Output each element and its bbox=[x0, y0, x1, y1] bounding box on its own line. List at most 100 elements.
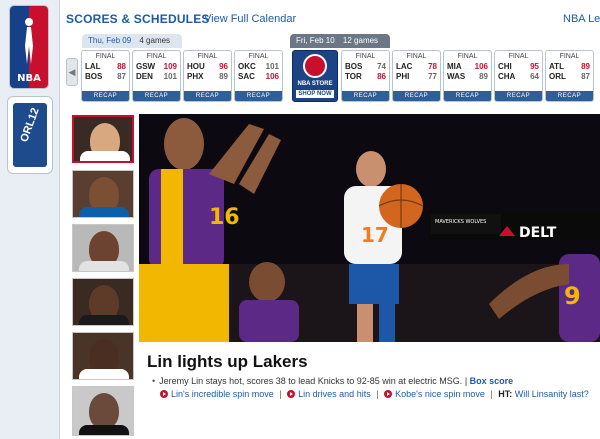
home-score: 101 bbox=[163, 72, 177, 81]
score-box[interactable]: FINAL BOS 74 TOR 86 RECAP bbox=[341, 50, 390, 102]
video-link-spin-move[interactable]: Lin's incredible spin move bbox=[171, 389, 274, 399]
away-score: 101 bbox=[265, 62, 279, 71]
scores-header: SCORES & SCHEDULES View Full Calendar NB… bbox=[66, 12, 600, 30]
all-star-logo[interactable]: ORL12 bbox=[7, 96, 53, 174]
away-team: MIA bbox=[447, 62, 462, 71]
away-row: ATL 89 bbox=[546, 62, 593, 72]
story-headline[interactable]: Lin lights up Lakers bbox=[147, 352, 308, 372]
away-team: ATL bbox=[549, 62, 564, 71]
play-icon bbox=[384, 390, 393, 398]
away-score: 89 bbox=[581, 62, 590, 71]
scroll-left-arrow-icon[interactable]: ◀ bbox=[66, 58, 78, 86]
recap-button[interactable]: RECAP bbox=[235, 91, 282, 101]
away-team: LAC bbox=[396, 62, 413, 71]
thumbnail-howard[interactable] bbox=[72, 332, 134, 380]
right-jersey-number: 9 bbox=[564, 282, 581, 310]
recap-button[interactable]: RECAP bbox=[133, 91, 180, 101]
home-row: TOR 86 bbox=[342, 72, 389, 82]
home-team: CHA bbox=[498, 72, 516, 81]
tab-friday[interactable]: Fri, Feb 10 12 games bbox=[290, 34, 390, 48]
tab-count: 4 games bbox=[139, 36, 171, 45]
score-box[interactable]: FINAL LAC 78 PHI 77 RECAP bbox=[392, 50, 441, 102]
recap-button[interactable]: RECAP bbox=[444, 91, 491, 101]
game-status: FINAL bbox=[146, 53, 167, 60]
score-box[interactable]: FINAL MIA 106 WAS 89 RECAP bbox=[443, 50, 492, 102]
nba-league-link[interactable]: NBA Lea bbox=[563, 13, 600, 25]
hero-image[interactable]: MAVERICKS WOLVES DELT 16 17 9 bbox=[139, 114, 600, 342]
away-row: OKC 101 bbox=[235, 62, 282, 72]
player-face bbox=[89, 393, 119, 429]
score-box[interactable]: FINAL OKC 101 SAC 106 RECAP bbox=[234, 50, 283, 102]
left-rail: NBA ORL12 bbox=[0, 0, 60, 439]
player-jersey bbox=[79, 261, 129, 271]
home-score: 87 bbox=[117, 72, 126, 81]
away-team: OKC bbox=[238, 62, 256, 71]
away-row: CHI 95 bbox=[495, 62, 542, 72]
thumbnail-paul[interactable] bbox=[72, 224, 134, 272]
game-status: FINAL bbox=[508, 53, 529, 60]
away-row: LAC 78 bbox=[393, 62, 440, 72]
away-row: HOU 96 bbox=[184, 62, 231, 72]
view-calendar-link[interactable]: View Full Calendar bbox=[204, 13, 296, 25]
recap-button[interactable]: RECAP bbox=[184, 91, 231, 101]
home-score: 89 bbox=[479, 72, 488, 81]
home-score: 89 bbox=[219, 72, 228, 81]
thumbnail-james[interactable] bbox=[72, 278, 134, 326]
story-dek: • Jeremy Lin stays hot, scores 38 to lead… bbox=[152, 376, 513, 386]
separator: | bbox=[490, 389, 493, 399]
tab-day: Thu, Feb 09 bbox=[88, 36, 132, 45]
player-jersey bbox=[79, 207, 129, 217]
thumbnail-durant[interactable] bbox=[72, 170, 134, 218]
video-link-kobe[interactable]: Kobe's nice spin move bbox=[395, 389, 485, 399]
player-jersey bbox=[79, 315, 129, 325]
box-score-link[interactable]: Box score bbox=[470, 376, 514, 386]
score-box[interactable]: FINAL LAL 88 BOS 87 RECAP bbox=[81, 50, 130, 102]
away-row: LAL 88 bbox=[82, 62, 129, 72]
nba-logo[interactable]: NBA bbox=[9, 5, 49, 89]
away-score: 78 bbox=[428, 62, 437, 71]
separator: | bbox=[376, 389, 379, 399]
away-team: BOS bbox=[345, 62, 363, 71]
game-status: FINAL bbox=[248, 53, 269, 60]
score-box[interactable]: FINAL GSW 109 DEN 101 RECAP bbox=[132, 50, 181, 102]
store-ball-icon bbox=[303, 54, 327, 78]
recap-button[interactable]: RECAP bbox=[393, 91, 440, 101]
video-links-row: Lin's incredible spin move | Lin drives … bbox=[160, 389, 589, 399]
away-row: BOS 74 bbox=[342, 62, 389, 72]
ht-label: HT: bbox=[498, 389, 513, 399]
thumbnail-parker[interactable] bbox=[72, 386, 134, 436]
thumbnail-lin[interactable] bbox=[72, 115, 134, 163]
video-link-drives[interactable]: Lin drives and hits bbox=[298, 389, 371, 399]
home-row: SAC 106 bbox=[235, 72, 282, 82]
game-status: FINAL bbox=[95, 53, 116, 60]
home-score: 77 bbox=[428, 72, 437, 81]
recap-button[interactable]: RECAP bbox=[82, 91, 129, 101]
score-box[interactable]: FINAL ATL 89 ORL 87 RECAP bbox=[545, 50, 594, 102]
play-icon bbox=[160, 390, 168, 398]
score-box[interactable]: FINAL HOU 96 PHX 89 RECAP bbox=[183, 50, 232, 102]
away-score: 109 bbox=[163, 62, 177, 71]
home-team: PHI bbox=[396, 72, 410, 81]
home-row: PHX 89 bbox=[184, 72, 231, 82]
home-team: WAS bbox=[447, 72, 466, 81]
game-status: FINAL bbox=[197, 53, 218, 60]
recap-button[interactable]: RECAP bbox=[342, 91, 389, 101]
recap-button[interactable]: RECAP bbox=[495, 91, 542, 101]
tab-thursday[interactable]: Thu, Feb 09 4 games bbox=[82, 34, 182, 48]
home-team: BOS bbox=[85, 72, 103, 81]
home-row: ORL 87 bbox=[546, 72, 593, 82]
score-box[interactable]: FINAL CHI 95 CHA 64 RECAP bbox=[494, 50, 543, 102]
game-status: FINAL bbox=[406, 53, 427, 60]
home-team: SAC bbox=[238, 72, 255, 81]
ht-link[interactable]: Will Linsanity last? bbox=[515, 389, 589, 399]
separator: | bbox=[279, 389, 282, 399]
shop-now-label: SHOP NOW bbox=[296, 90, 334, 98]
delta-sponsor-text: DELT bbox=[519, 225, 557, 241]
store-title: NBA STORE bbox=[297, 81, 333, 87]
recap-button[interactable]: RECAP bbox=[546, 91, 593, 101]
home-score: 87 bbox=[581, 72, 590, 81]
home-team: PHX bbox=[187, 72, 204, 81]
bullet-icon: • bbox=[152, 376, 156, 386]
nba-store-button[interactable]: NBA STORE SHOP NOW bbox=[292, 50, 338, 102]
away-score: 95 bbox=[530, 62, 539, 71]
